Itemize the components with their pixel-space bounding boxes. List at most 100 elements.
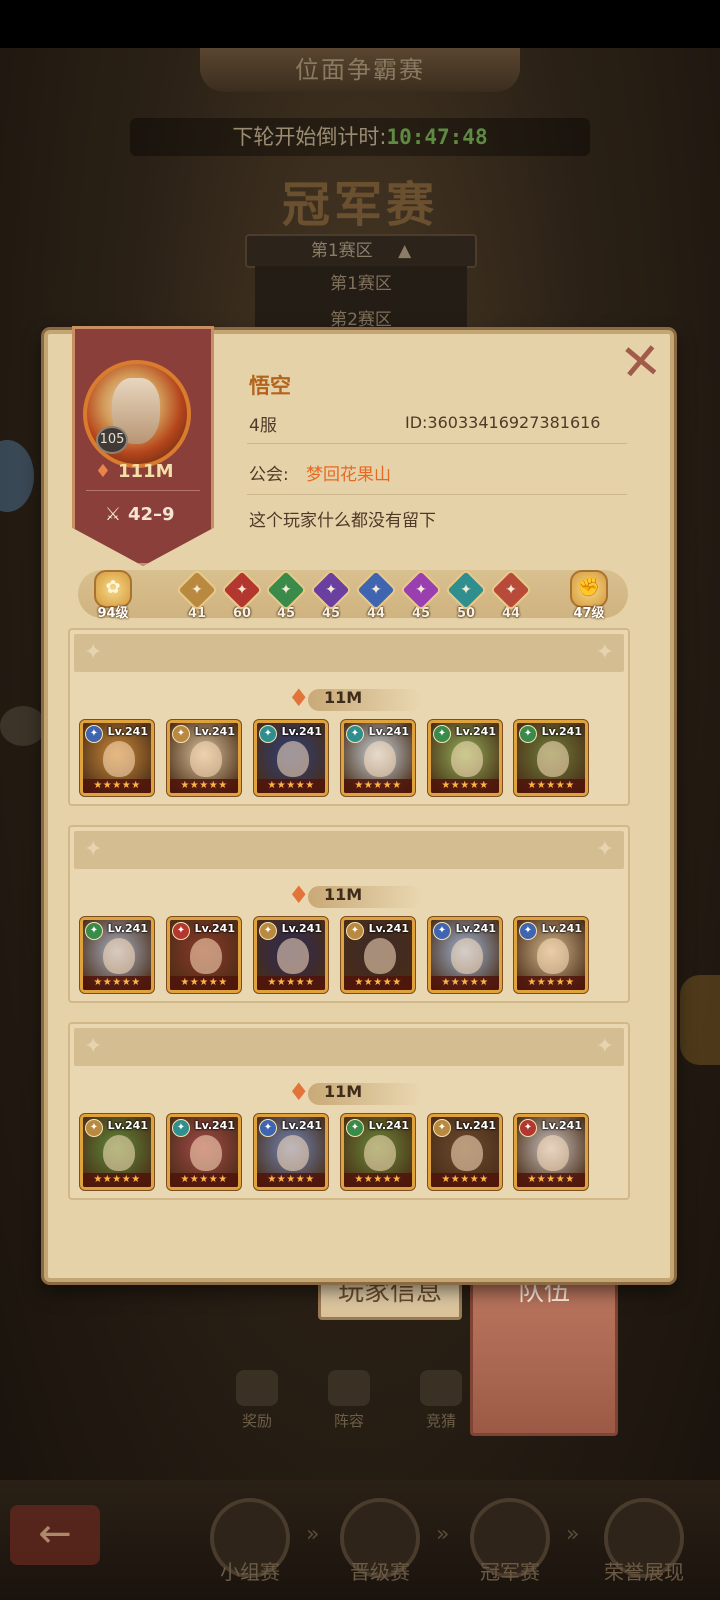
- hero-level: Lv.241: [194, 1119, 235, 1132]
- chat-icon: [0, 706, 46, 746]
- rewards-label: 奖励: [241, 1412, 272, 1430]
- player-name: 悟空: [249, 374, 291, 398]
- hero-level: Lv.241: [281, 1119, 322, 1132]
- hero-card[interactable]: ✦ Lv.241 ★★★★★: [167, 720, 241, 796]
- hero-card[interactable]: ✦ Lv.241 ★★★★★: [167, 917, 241, 993]
- hero-card[interactable]: ✦ Lv.241 ★★★★★: [514, 917, 588, 993]
- team-power: ♦ 11M: [288, 881, 428, 909]
- hero-card[interactable]: ✦ Lv.241 ★★★★★: [341, 1114, 415, 1190]
- player-id: ID:36033416927381616: [405, 413, 601, 432]
- hero-card[interactable]: ✦ Lv.241 ★★★★★: [514, 1114, 588, 1190]
- faction-total-left-value: 94级: [97, 606, 129, 621]
- hero-card[interactable]: ✦ Lv.241 ★★★★★: [341, 917, 415, 993]
- stage-group[interactable]: 小组赛: [200, 1498, 300, 1585]
- team-header: ✦ ✦: [74, 831, 624, 869]
- guild-name-link[interactable]: 梦回花果山: [306, 460, 391, 485]
- faction-level: ✦ 45: [264, 568, 308, 621]
- hero-card[interactable]: ✦ Lv.241 ★★★★★: [80, 917, 154, 993]
- stage-champion[interactable]: 冠军赛: [460, 1498, 560, 1585]
- light-bearer-icon: ✦: [175, 568, 219, 612]
- sparkle-icon: ✦: [84, 640, 103, 665]
- hero-faction-icon: ✦: [519, 1119, 537, 1137]
- hero-card[interactable]: ✦ Lv.241 ★★★★★: [254, 917, 328, 993]
- countdown: 下轮开始倒计时:10:47:48: [130, 118, 590, 156]
- divider: [247, 443, 627, 444]
- player-signature: 这个玩家什么都没有留下: [249, 511, 436, 531]
- stage-honor[interactable]: 荣誉展现: [594, 1498, 694, 1585]
- star-rating-icon: ★★★★★: [170, 779, 238, 793]
- win-loss-record: ⚔ 42–9: [102, 504, 202, 525]
- hero-card[interactable]: ✦ Lv.241 ★★★★★: [428, 1114, 502, 1190]
- stage-promotion[interactable]: 晋级赛: [330, 1498, 430, 1585]
- hero-card[interactable]: ✦ Lv.241 ★★★★★: [341, 720, 415, 796]
- stage-arrow: »: [436, 1522, 450, 1547]
- hypogean-icon: ✦: [444, 568, 488, 612]
- stage-group-label: 小组赛: [220, 1560, 280, 1584]
- lineup-button[interactable]: 阵容: [322, 1370, 376, 1431]
- hero-card[interactable]: ✦ Lv.241 ★★★★★: [80, 1114, 154, 1190]
- region-option[interactable]: 第1赛区: [255, 266, 467, 302]
- hero-faction-icon: ✦: [433, 922, 451, 940]
- hero-card[interactable]: ✦ Lv.241 ★★★★★: [167, 1114, 241, 1190]
- team-header: ✦ ✦: [74, 1028, 624, 1066]
- tab-team[interactable]: 队伍: [470, 1258, 618, 1436]
- hero-card[interactable]: ✦ Lv.241 ★★★★★: [254, 1114, 328, 1190]
- hero-faction-icon: ✦: [519, 725, 537, 743]
- star-rating-icon: ★★★★★: [517, 976, 585, 990]
- player-server: 4服: [249, 416, 277, 436]
- star-rating-icon: ★★★★★: [517, 1173, 585, 1187]
- banner-divider: [86, 490, 200, 491]
- star-rating-icon: ★★★★★: [431, 1173, 499, 1187]
- hero-card[interactable]: ✦ Lv.241 ★★★★★: [80, 720, 154, 796]
- hero-faction-icon: ✦: [519, 922, 537, 940]
- hero-faction-icon: ✦: [85, 725, 103, 743]
- hero-card[interactable]: ✦ Lv.241 ★★★★★: [428, 917, 502, 993]
- bet-button[interactable]: 竞猜: [414, 1370, 468, 1431]
- faction-level: ✦ 41: [175, 568, 219, 621]
- faction-total-right: ✊ 47级: [566, 570, 612, 621]
- power-icon: ♦: [94, 461, 112, 482]
- hero-card[interactable]: ✦ Lv.241 ★★★★★: [254, 720, 328, 796]
- chest-icon: [236, 1370, 278, 1406]
- star-rating-icon: ★★★★★: [83, 1173, 151, 1187]
- hero-level: Lv.241: [107, 1119, 148, 1132]
- power-icon: ♦: [288, 881, 310, 909]
- hero-level: Lv.241: [541, 725, 582, 738]
- rewards-button[interactable]: 奖励: [230, 1370, 284, 1431]
- star-rating-icon: ★★★★★: [431, 779, 499, 793]
- hero-faction-icon: ✦: [85, 922, 103, 940]
- sparkle-icon: ✦: [595, 640, 614, 665]
- star-rating-icon: ★★★★★: [344, 1173, 412, 1187]
- power-icon: ♦: [288, 1078, 310, 1106]
- bottom-actions: 奖励 阵容 竞猜: [230, 1370, 490, 1440]
- hero-level: Lv.241: [368, 922, 409, 935]
- faction-level: ✦ 45: [399, 568, 443, 621]
- faction-level-bar: [78, 570, 628, 618]
- star-rating-icon: ★★★★★: [431, 976, 499, 990]
- star-rating-icon: ★★★★★: [344, 976, 412, 990]
- hero-faction-icon: ✦: [433, 725, 451, 743]
- player-power-value: 111M: [118, 461, 174, 482]
- region-select[interactable]: 第1赛区 ▲: [245, 234, 477, 268]
- hero-faction-icon: ✦: [172, 922, 190, 940]
- lightbringer-icon: ✦: [354, 568, 398, 612]
- lineup-icon: [328, 1370, 370, 1406]
- power-icon: ♦: [288, 684, 310, 712]
- star-rating-icon: ★★★★★: [344, 779, 412, 793]
- stage-arrow: »: [566, 1522, 580, 1547]
- back-arrow-icon[interactable]: ←: [10, 1505, 100, 1565]
- hero-level: Lv.241: [107, 725, 148, 738]
- hero-level: Lv.241: [194, 725, 235, 738]
- hero-level: Lv.241: [107, 922, 148, 935]
- star-rating-icon: ★★★★★: [517, 779, 585, 793]
- hero-faction-icon: ✦: [346, 725, 364, 743]
- dimensional-icon: ✦: [489, 568, 533, 612]
- close-icon[interactable]: ✕: [616, 331, 666, 392]
- hero-card[interactable]: ✦ Lv.241 ★★★★★: [514, 720, 588, 796]
- hero-level: Lv.241: [541, 1119, 582, 1132]
- team-power-value: 11M: [324, 688, 363, 707]
- star-rating-icon: ★★★★★: [170, 976, 238, 990]
- player-level-badge: 105: [96, 426, 128, 454]
- sparkle-icon: ✦: [595, 1034, 614, 1059]
- hero-card[interactable]: ✦ Lv.241 ★★★★★: [428, 720, 502, 796]
